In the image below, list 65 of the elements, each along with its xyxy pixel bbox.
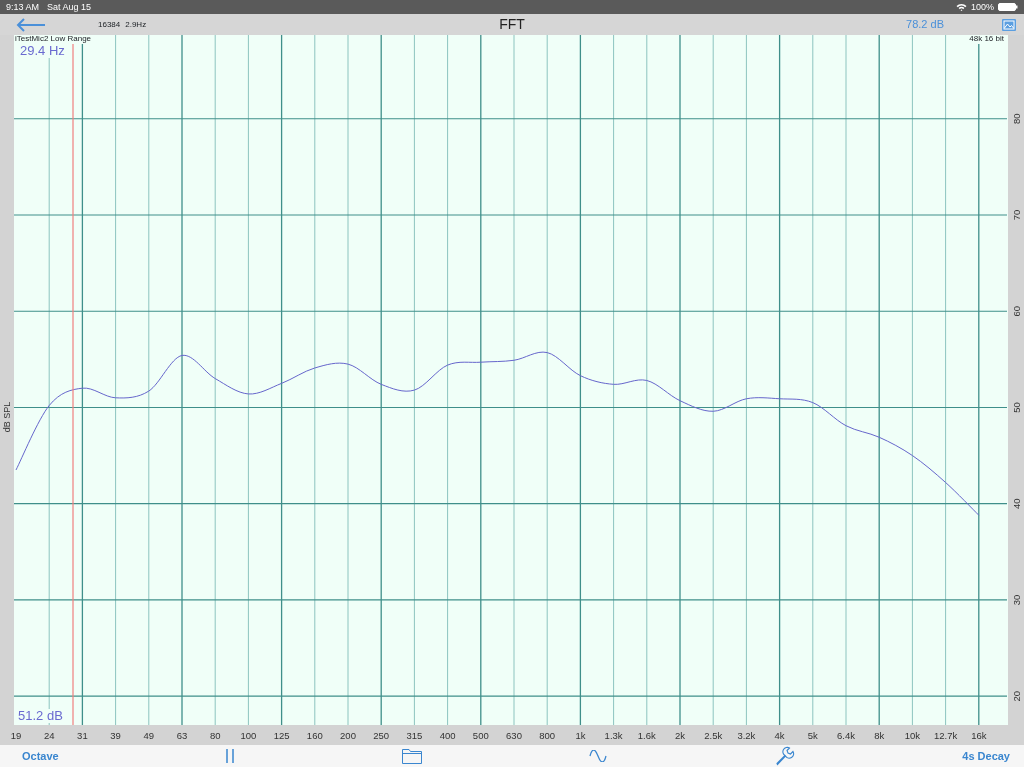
frequency-label: 125 [273,730,290,741]
frequency-label: 6.4k [837,730,855,741]
status-time: 9:13 AM [6,1,40,14]
frequency-label: 39 [110,730,121,741]
folder-icon [401,748,422,764]
battery-icon [998,3,1018,11]
frequency-label: 12.7k [933,730,958,741]
level-label: 20 [1011,690,1022,702]
level-reading: 78.2 dB [906,17,944,33]
frequency-resolution: 2.9Hz [125,18,147,31]
frequency-label: 160 [306,730,323,741]
frequency-label: 1k [575,730,586,741]
level-label: 80 [1011,113,1022,124]
decay-button[interactable]: 4s Decay [962,747,1010,765]
battery-percent: 100% [970,1,994,14]
waveform-button[interactable] [589,750,608,762]
frequency-label: 200 [340,730,356,741]
frequency-label: 8k [874,730,885,741]
frequency-label: 3.2k [737,730,756,741]
cursor-frequency: 29.4 Hz [20,44,65,59]
fft-size: 16384 [98,18,121,31]
frequency-label: 250 [373,730,390,741]
screen-title: FFT [499,15,525,34]
frequency-label: 16k [971,730,987,741]
wifi-icon [955,3,967,11]
settings-button[interactable] [774,746,795,766]
folder-button[interactable] [401,748,422,764]
frequency-label: 10k [904,730,921,741]
wrench-icon [774,746,795,766]
frequency-label: 800 [539,730,556,741]
frequency-label: 2.5k [704,730,723,741]
frequency-label: 315 [406,730,423,741]
frequency-label: 63 [176,730,188,741]
level-label: 60 [1011,305,1022,317]
axis-title: dB SPL [2,401,12,433]
cursor-level: 51.2 dB [18,709,63,724]
frequency-label: 4k [774,730,785,741]
frequency-label: 630 [506,730,522,741]
frequency-label: 5k [807,730,818,741]
image-icon [1002,18,1016,31]
frequency-label: 31 [77,730,88,741]
level-label: 70 [1011,209,1022,221]
pause-icon [226,749,235,763]
sine-wave-icon [589,750,608,762]
pause-button[interactable] [226,749,235,763]
frequency-label: 2k [675,730,685,741]
level-label: 30 [1011,594,1022,606]
frequency-label: 400 [439,730,456,741]
frequency-label: 100 [240,730,257,741]
back-arrow-icon [16,17,46,32]
frequency-label: 1.3k [604,730,623,741]
level-label: 40 [1011,498,1022,509]
image-button[interactable] [1002,18,1016,31]
frequency-label: 1.6k [637,730,656,741]
frequency-label: 24 [43,730,55,741]
frequency-label: 500 [472,730,489,741]
frequency-label: 49 [143,730,155,741]
device-name: iTestMic2 Low Range [15,35,92,44]
back-button[interactable] [16,17,46,32]
octave-button[interactable]: Octave [22,747,59,765]
frequency-label: 80 [209,730,221,741]
frequency-label: 19 [10,730,22,741]
status-date: Sat Aug 15 [47,1,92,14]
level-label: 50 [1011,402,1022,413]
audio-format: 48k 16 bit [969,35,1004,44]
